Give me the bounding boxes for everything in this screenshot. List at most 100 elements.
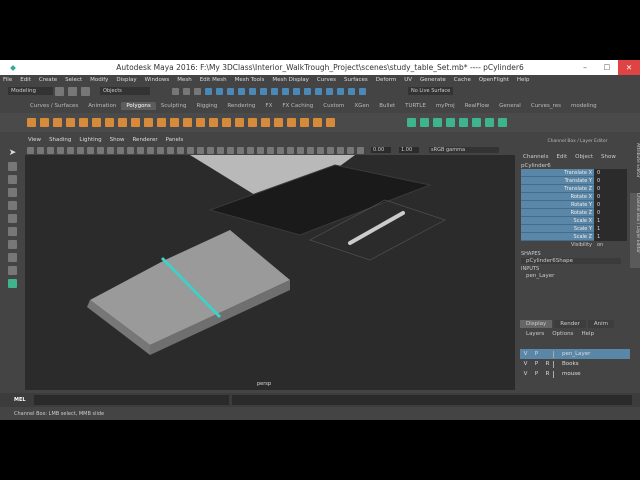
live-surface-field[interactable]: No Live Surface xyxy=(408,87,454,95)
channel-box-side-tab[interactable]: Channel Box / Layer Editor xyxy=(630,193,640,268)
layout-two-icon[interactable] xyxy=(8,253,17,262)
poly-shelf-tool-icon[interactable] xyxy=(53,118,62,127)
snap-tool-icon[interactable] xyxy=(359,87,366,95)
poly-edit-tool-icon[interactable] xyxy=(472,118,481,127)
poly-shelf-tool-icon[interactable] xyxy=(300,118,309,127)
poly-shelf-tool-icon[interactable] xyxy=(274,118,283,127)
layer-color-icon[interactable] xyxy=(553,370,559,378)
attribute-row[interactable]: Translate Y0 xyxy=(521,177,627,185)
layer-color-icon[interactable] xyxy=(553,350,559,358)
shelf-tab-rendering[interactable]: Rendering xyxy=(222,102,260,110)
poly-edit-tool-icon[interactable] xyxy=(446,118,455,127)
viewport-tool-icon[interactable] xyxy=(136,146,144,154)
poly-shelf-tool-icon[interactable] xyxy=(92,118,101,127)
menu-mesh-tools[interactable]: Mesh Tools xyxy=(235,77,265,83)
lasso-tool-icon[interactable] xyxy=(8,162,17,171)
shelf-tab-polygons[interactable]: Polygons xyxy=(121,102,156,110)
layer-menu-help[interactable]: Help xyxy=(581,331,594,337)
snap-tool-icon[interactable] xyxy=(315,87,322,95)
attribute-row[interactable]: Rotate Y0 xyxy=(521,201,627,209)
attribute-row[interactable]: Scale Y1 xyxy=(521,225,627,233)
viewport-tool-icon[interactable] xyxy=(206,146,214,154)
viewport-tool-icon[interactable] xyxy=(346,146,354,154)
new-scene-icon[interactable] xyxy=(55,86,64,96)
visibility-toggle[interactable]: V xyxy=(520,371,531,377)
viewport-tool-icon[interactable] xyxy=(196,146,204,154)
snap-tool-icon[interactable] xyxy=(183,87,190,95)
poly-shelf-tool-icon[interactable] xyxy=(248,118,257,127)
shelf-tab-curves-res[interactable]: Curves_res xyxy=(526,102,566,110)
attribute-value[interactable]: 0 xyxy=(594,201,627,209)
shelf-tab-myproj[interactable]: myProj xyxy=(431,102,460,110)
menu-file[interactable]: File xyxy=(3,77,12,83)
attribute-value[interactable]: 0 xyxy=(594,185,627,193)
scale-tool-icon[interactable] xyxy=(8,214,17,223)
shelf-tab-turtle[interactable]: TURTLE xyxy=(400,102,431,110)
mel-input[interactable] xyxy=(33,395,229,405)
selection-mask-dropdown[interactable]: Objects xyxy=(100,87,150,95)
attribute-value[interactable]: 0 xyxy=(594,193,627,201)
select-tool-icon[interactable]: ➤ xyxy=(9,148,17,158)
viewport-tool-icon[interactable] xyxy=(166,146,174,154)
layout-four-icon[interactable] xyxy=(8,240,17,249)
playback-toggle[interactable]: P xyxy=(531,361,542,367)
poly-edit-tool-icon[interactable] xyxy=(407,118,416,127)
visibility-toggle[interactable]: V xyxy=(520,351,531,357)
viewport-tool-icon[interactable] xyxy=(26,146,34,154)
viewport-tool-icon[interactable] xyxy=(146,146,154,154)
menu-generate[interactable]: Generate xyxy=(420,77,446,83)
snap-tool-icon[interactable] xyxy=(238,87,245,95)
viewport-menu-show[interactable]: Show xyxy=(110,137,125,143)
poly-shelf-tool-icon[interactable] xyxy=(261,118,270,127)
poly-edit-tool-icon[interactable] xyxy=(485,118,494,127)
viewport-tool-icon[interactable] xyxy=(106,146,114,154)
snap-tool-icon[interactable] xyxy=(304,87,311,95)
viewport-tool-icon[interactable] xyxy=(316,146,324,154)
mode-dropdown[interactable]: Modeling xyxy=(8,87,53,95)
viewport-tool-icon[interactable] xyxy=(126,146,134,154)
shelf-tab-sculpting[interactable]: Sculpting xyxy=(156,102,192,110)
playback-toggle[interactable]: P xyxy=(531,351,542,357)
viewport-tool-icon[interactable] xyxy=(326,146,334,154)
layer-menu-layers[interactable]: Layers xyxy=(526,331,544,337)
move-tool-icon[interactable] xyxy=(8,188,17,197)
shelf-tab-realflow[interactable]: RealFlow xyxy=(460,102,494,110)
poly-shelf-tool-icon[interactable] xyxy=(209,118,218,127)
shelf-tab-animation[interactable]: Animation xyxy=(83,102,121,110)
attribute-value[interactable]: 1 xyxy=(594,233,627,241)
snap-tool-icon[interactable] xyxy=(205,87,212,95)
shelf-tab-custom[interactable]: Custom xyxy=(318,102,349,110)
poly-edit-tool-icon[interactable] xyxy=(498,118,507,127)
layer-color-icon[interactable] xyxy=(553,360,559,368)
maya-home-icon[interactable] xyxy=(8,279,17,288)
gamma-field[interactable]: 1.00 xyxy=(399,147,419,153)
shelf-tab-modeling[interactable]: modeling xyxy=(566,102,602,110)
menu-help[interactable]: Help xyxy=(517,77,530,83)
reference-toggle[interactable]: R xyxy=(542,371,553,377)
viewport-tool-icon[interactable] xyxy=(76,146,84,154)
menu-windows[interactable]: Windows xyxy=(145,77,170,83)
menu-mesh[interactable]: Mesh xyxy=(177,77,191,83)
poly-shelf-tool-icon[interactable] xyxy=(235,118,244,127)
poly-shelf-tool-icon[interactable] xyxy=(222,118,231,127)
snap-tool-icon[interactable] xyxy=(260,87,267,95)
attribute-value[interactable]: 0 xyxy=(594,169,627,177)
playback-toggle[interactable]: P xyxy=(531,371,542,377)
viewport-tool-icon[interactable] xyxy=(66,146,74,154)
viewport-tool-icon[interactable] xyxy=(46,146,54,154)
viewport-tool-icon[interactable] xyxy=(356,146,364,154)
snap-tool-icon[interactable] xyxy=(227,87,234,95)
poly-shelf-tool-icon[interactable] xyxy=(131,118,140,127)
menu-modify[interactable]: Modify xyxy=(90,77,108,83)
layout-single-icon[interactable] xyxy=(8,227,17,236)
snap-tool-icon[interactable] xyxy=(326,87,333,95)
layer-row[interactable]: V Ppen_Layer xyxy=(520,349,630,359)
shelf-tab-rigging[interactable]: Rigging xyxy=(191,102,222,110)
attribute-value[interactable]: 1 xyxy=(594,217,627,225)
viewport-tool-icon[interactable] xyxy=(96,146,104,154)
viewport-tool-icon[interactable] xyxy=(56,146,64,154)
shelf-tab-fx-caching[interactable]: FX Caching xyxy=(277,102,318,110)
snap-tool-icon[interactable] xyxy=(348,87,355,95)
viewport-tool-icon[interactable] xyxy=(336,146,344,154)
save-scene-icon[interactable] xyxy=(81,86,90,96)
